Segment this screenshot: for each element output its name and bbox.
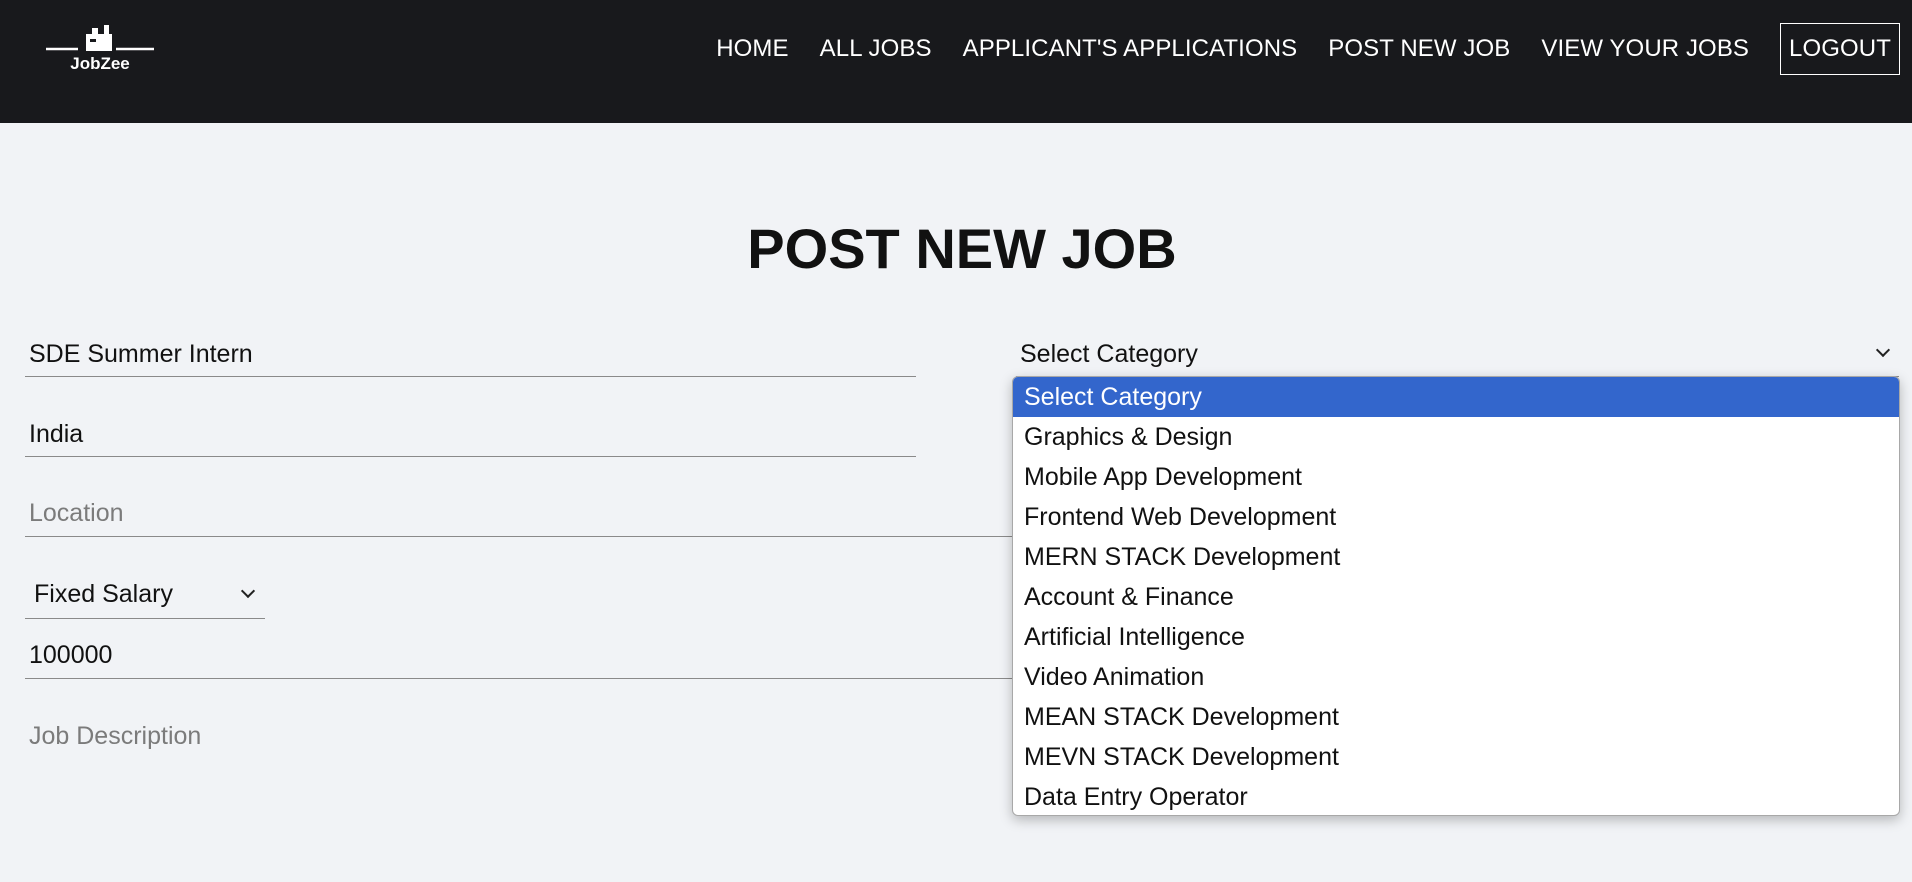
jobzee-logo[interactable]: JobZee: [46, 22, 154, 78]
salary-type-select[interactable]: Fixed Salary: [25, 571, 265, 619]
job-title-input[interactable]: SDE Summer Intern: [25, 332, 916, 377]
category-option-mean-stack-development[interactable]: MEAN STACK Development: [1013, 697, 1899, 737]
category-select-value: Select Category: [1020, 339, 1198, 368]
nav-links: HOME ALL JOBS APPLICANT'S APPLICATIONS P…: [685, 23, 1900, 75]
category-option-mevn-stack-development[interactable]: MEVN STACK Development: [1013, 737, 1899, 777]
navbar: JobZee HOME ALL JOBS APPLICANT'S APPLICA…: [0, 0, 1912, 123]
category-option-mern-stack-development[interactable]: MERN STACK Development: [1013, 537, 1899, 577]
nav-home[interactable]: HOME: [716, 35, 788, 63]
page-title: POST NEW JOB: [747, 217, 1177, 280]
category-dropdown-list: Select Category Graphics & Design Mobile…: [1012, 376, 1900, 816]
category-option-select-category[interactable]: Select Category: [1013, 377, 1899, 417]
nav-view-your-jobs[interactable]: VIEW YOUR JOBS: [1541, 35, 1749, 63]
country-input[interactable]: India: [25, 412, 916, 457]
nav-applicants-applications[interactable]: APPLICANT'S APPLICATIONS: [963, 35, 1298, 63]
category-option-account-finance[interactable]: Account & Finance: [1013, 577, 1899, 617]
category-option-frontend-web-development[interactable]: Frontend Web Development: [1013, 497, 1899, 537]
location-placeholder: Location: [29, 499, 124, 527]
job-description-placeholder: Job Description: [29, 721, 202, 750]
salary-type-value: Fixed Salary: [34, 580, 173, 608]
chevron-down-icon: [240, 583, 256, 599]
nav-post-new-job[interactable]: POST NEW JOB: [1328, 35, 1510, 63]
job-description-textarea[interactable]: Job Description: [25, 712, 925, 760]
logo-icon: [46, 25, 154, 51]
category-option-artificial-intelligence[interactable]: Artificial Intelligence: [1013, 617, 1899, 657]
category-option-mobile-app-development[interactable]: Mobile App Development: [1013, 457, 1899, 497]
logo-text: JobZee: [70, 54, 130, 73]
category-option-video-animation[interactable]: Video Animation: [1013, 657, 1899, 697]
chevron-down-icon: [1875, 342, 1891, 358]
nav-all-jobs[interactable]: ALL JOBS: [820, 35, 932, 63]
category-select[interactable]: Select Category: [1016, 332, 1899, 377]
category-option-data-entry-operator[interactable]: Data Entry Operator: [1013, 777, 1899, 815]
logout-button[interactable]: LOGOUT: [1780, 23, 1900, 75]
category-option-graphics-design[interactable]: Graphics & Design: [1013, 417, 1899, 457]
